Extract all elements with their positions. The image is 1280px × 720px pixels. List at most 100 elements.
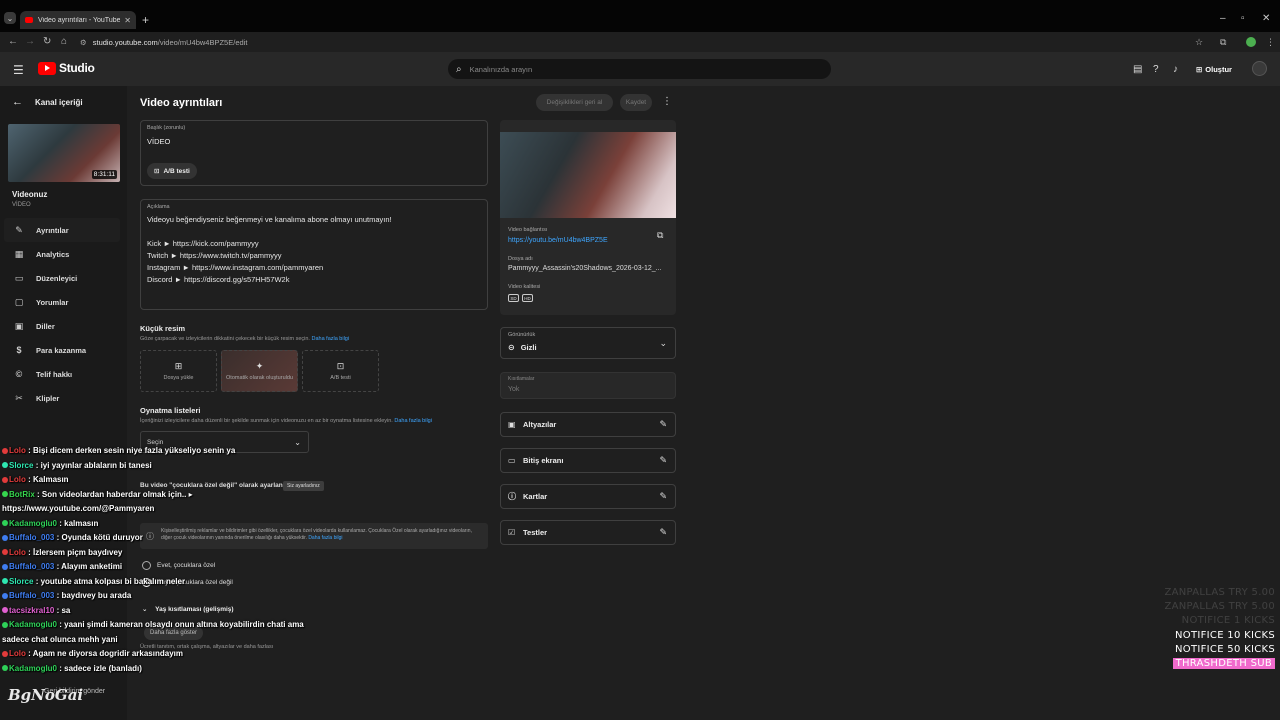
tests-row[interactable]: ☑ Testler ✎ [500, 520, 676, 545]
sidebar-item-label: Düzenleyici [36, 273, 78, 283]
visibility-select[interactable]: Görünürlük ⊝ Gizli ⌄ [500, 327, 676, 359]
browser-menu-icon[interactable]: ⋮ [1266, 37, 1275, 48]
browser-profile-avatar[interactable] [1246, 37, 1256, 47]
chat-username: BotRix [9, 489, 35, 499]
chat-message: Slorce : youtube atma kolpası bi bakalım… [2, 577, 185, 586]
forward-icon[interactable]: → [25, 36, 35, 47]
chat-text: youtube atma kolpası bi bakalım neler [40, 576, 186, 586]
address-bar[interactable]: ⚙ studio.youtube.com /video/mU4bw4BPZ5E/… [80, 35, 1210, 49]
thumbnail-learn-more-link[interactable]: Daha fazla bilgi [311, 336, 349, 342]
ab-test-title-button[interactable]: ⊡ A/B testi [147, 163, 197, 179]
alert-line: NOTIFICE 1 KICKS [1181, 615, 1275, 627]
channel-search-input[interactable]: ⌕ Kanalınızda arayın [448, 59, 831, 79]
made-for-kids-yes-radio[interactable]: Evet, çocuklara özel [142, 561, 215, 570]
chat-separator: : [33, 460, 41, 470]
sidebar-item-copyright[interactable]: © Telif hakkı [4, 362, 120, 386]
studio-logo[interactable]: Studio [38, 61, 95, 75]
chat-text: Alayım anketimi [61, 562, 123, 571]
chat-username: Slorce [9, 576, 34, 586]
browser-tabstrip: ⌄ Video ayrıntıları - YouTube Studio ✕ +… [0, 0, 1280, 32]
chat-username: Lolo [9, 475, 26, 484]
sidebar-item-analytics[interactable]: ▦ Analytics [4, 242, 120, 266]
auto-generated-thumbnail-button[interactable]: ✦ Otomatik olarak oluşturuldu [221, 350, 298, 392]
alert-line: THRASHDETH SUB [1172, 658, 1275, 669]
copy-icon[interactable]: ⧉ [657, 230, 663, 241]
subtitles-row[interactable]: ▣ Altyazılar ✎ [500, 412, 676, 437]
description-field[interactable]: Açıklama Videoyu beğendiyseniz beğenmeyi… [140, 199, 488, 310]
cards-row[interactable]: ⓘ Kartlar ✎ [500, 484, 676, 509]
video-link[interactable]: https://youtu.be/mU4bw4BPZ5E [508, 237, 608, 244]
chat-badge-icon [2, 578, 8, 585]
chat-message: Kadamoglu0 : sadece izle (banladı) [2, 664, 142, 673]
channel-avatar[interactable] [1252, 61, 1267, 76]
sidebar-item-languages[interactable]: ▣ Diller [4, 314, 120, 338]
chat-text: sadece izle (banladı) [64, 663, 142, 673]
minimize-icon[interactable]: – [1220, 13, 1226, 24]
copyright-icon: © [15, 369, 23, 379]
chat-separator: : [25, 446, 33, 455]
playlists-subtitle-text: İçeriğinizi izleyicilere daha düzenli bi… [140, 418, 393, 424]
visibility-value: ⊝ Gizli [508, 343, 537, 352]
sidebar-item-monetization[interactable]: $ Para kazanma [4, 338, 120, 362]
extensions-icon[interactable]: ⧉ [1220, 37, 1226, 48]
edit-pencil-icon[interactable]: ✎ [659, 491, 667, 502]
browser-tab-active[interactable]: Video ayrıntıları - YouTube Studio ✕ [20, 11, 136, 29]
undo-changes-button[interactable]: Değişiklikleri geri al [536, 94, 613, 111]
more-options-icon[interactable]: ⋮ [662, 96, 672, 107]
bookmark-star-icon[interactable]: ☆ [1195, 37, 1203, 48]
tab-title: Video ayrıntıları - YouTube Studio [38, 16, 121, 24]
tab-search-button[interactable]: ⌄ [4, 12, 16, 24]
chat-badge-icon [2, 607, 8, 614]
new-tab-button[interactable]: + [142, 13, 149, 27]
chat-badge-icon [2, 563, 8, 570]
chat-text: https://www.youtube.com/@Pammyaren [2, 504, 155, 513]
video-thumbnail[interactable]: 8:31:11 [8, 124, 120, 182]
chevron-down-icon: ⌄ [294, 437, 301, 447]
sidebar-item-label: Para kazanma [36, 345, 87, 355]
help-icon[interactable]: ? [1153, 64, 1159, 75]
hamburger-menu-icon[interactable]: ☰ [13, 63, 24, 77]
sidebar-item-clips[interactable]: ✂ Klipler [4, 386, 120, 410]
alert-line: ZANPALLAS TRY 5.00 [1164, 601, 1275, 613]
pencil-icon: ✎ [15, 224, 23, 235]
chat-separator: : [25, 547, 33, 557]
sidebar-video-subtitle: VİDEO [12, 202, 31, 208]
site-info-icon[interactable]: ⚙ [80, 38, 87, 47]
age-restriction-toggle[interactable]: ⌄ Yaş kısıtlaması (gelişmiş) [142, 605, 234, 613]
edit-pencil-icon[interactable]: ✎ [659, 455, 667, 466]
sidebar-item-details[interactable]: ✎ Ayrıntılar [4, 218, 120, 242]
dollar-icon: $ [16, 345, 22, 355]
back-to-content-link[interactable]: ← Kanal içeriği [12, 96, 83, 108]
end-screen-row[interactable]: ▭ Bitiş ekranı ✎ [500, 448, 676, 473]
sidebar-item-comments[interactable]: ▢ Yorumlar [4, 290, 120, 314]
title-field[interactable]: Başlık (zorunlu) VİDEO ⊡ A/B testi [140, 120, 488, 186]
chat-text: sadece chat olunca mehh yani [2, 634, 118, 644]
search-icon: ⌕ [456, 63, 462, 75]
close-tab-icon[interactable]: ✕ [124, 16, 131, 25]
audience-info-link[interactable]: Daha fazla bilgi [308, 535, 342, 541]
title-field-value[interactable]: VİDEO [147, 137, 170, 146]
create-button[interactable]: ⊞ Oluştur [1196, 61, 1232, 77]
scissors-icon: ✂ [15, 392, 23, 403]
ab-test-thumbnail-button[interactable]: ⊡ A/B testi [302, 350, 379, 392]
upload-thumbnail-button[interactable]: ⊞ Dosya yükle [140, 350, 217, 392]
window-close-icon[interactable]: ✕ [1262, 13, 1270, 24]
create-video-icon: ⊞ [1196, 64, 1203, 74]
notifications-bell-icon[interactable]: ♪ [1173, 64, 1178, 75]
chat-message: Lolo : Kalmasın [2, 475, 69, 484]
edit-pencil-icon[interactable]: ✎ [659, 419, 667, 430]
reload-icon[interactable]: ↻ [43, 36, 51, 47]
sidebar-item-editor[interactable]: ▭ Düzenleyici [4, 266, 120, 290]
sidebar-item-label: Klipler [36, 393, 60, 403]
messages-icon[interactable]: ▤ [1133, 64, 1142, 75]
audience-info-text: Kişiselleştirilmiş reklamlar ve bildirim… [161, 528, 481, 542]
video-player-preview[interactable] [500, 132, 676, 218]
video-quality-badges: SD HD [508, 294, 536, 302]
edit-pencil-icon[interactable]: ✎ [659, 527, 667, 538]
back-icon[interactable]: ← [8, 36, 18, 47]
playlists-learn-more-link[interactable]: Daha fazla bilgi [394, 418, 432, 424]
home-icon[interactable]: ⌂ [61, 36, 67, 47]
chat-text: iyi yayınlar ablaların bi tanesi [40, 460, 152, 470]
save-button[interactable]: Kaydet [620, 94, 652, 111]
maximize-icon[interactable]: ▫ [1241, 13, 1245, 24]
